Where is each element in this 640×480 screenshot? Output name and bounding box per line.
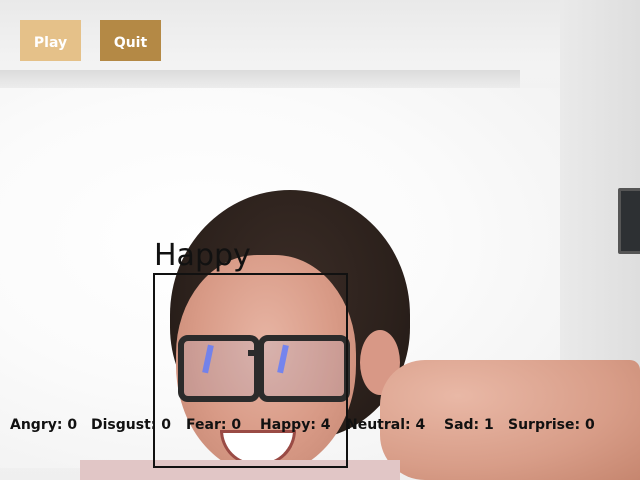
count-surprise: Surprise: 0 — [508, 417, 595, 433]
quit-button[interactable]: Quit — [100, 20, 161, 61]
count-angry: Angry: 0 — [10, 417, 78, 433]
quit-button-label: Quit — [113, 35, 148, 51]
count-disgust: Disgust: 0 — [91, 417, 171, 433]
window-blind — [0, 70, 520, 88]
face-detection-box — [153, 273, 348, 468]
count-fear: Fear: 0 — [186, 417, 242, 433]
count-neutral: Neutral: 4 — [346, 417, 426, 433]
count-happy: Happy: 4 — [260, 417, 331, 433]
detected-emotion-label: Happy — [154, 238, 251, 273]
count-sad: Sad: 1 — [444, 417, 494, 433]
play-button[interactable]: Play — [20, 20, 81, 61]
monitor-edge — [618, 188, 640, 254]
play-button-label: Play — [33, 35, 68, 51]
